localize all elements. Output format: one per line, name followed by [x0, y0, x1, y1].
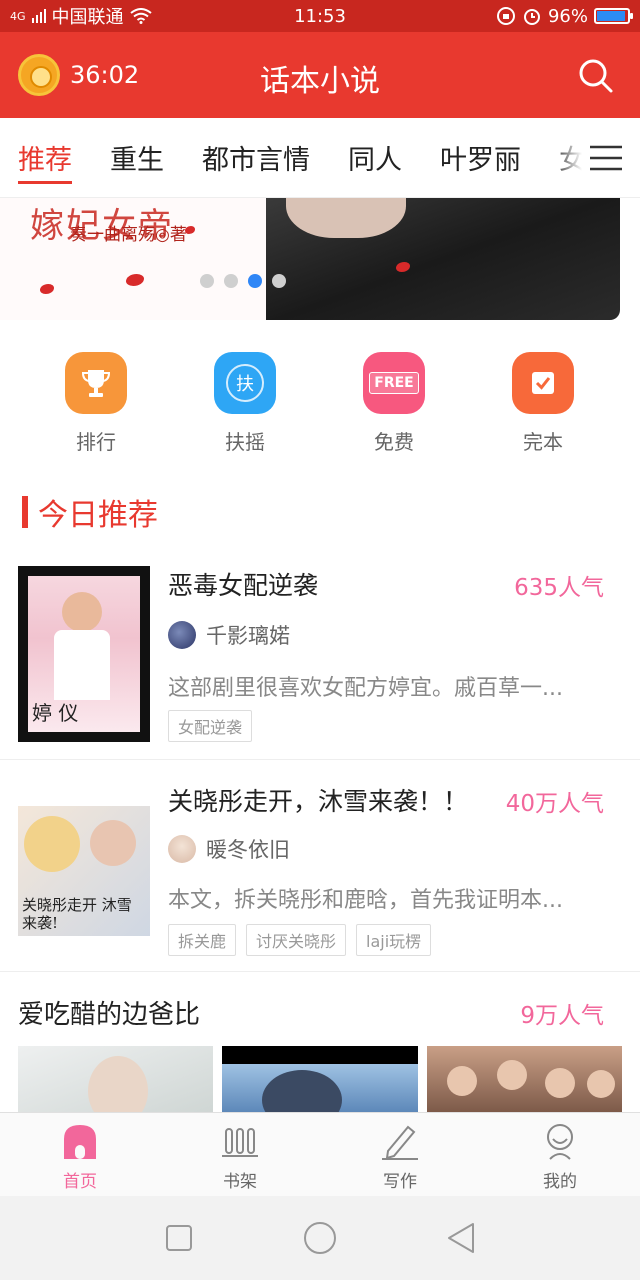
book-tag[interactable]: 讨厌关晓彤	[246, 924, 347, 956]
banner-right-artwork	[266, 198, 620, 320]
quick-action-label: 完本	[523, 430, 563, 454]
book-tags: 女配逆袭	[168, 710, 253, 742]
fuyao-icon: 扶	[214, 352, 276, 414]
app-title: 话本小说	[260, 64, 380, 99]
home-icon	[60, 1121, 100, 1161]
book-image	[18, 1046, 214, 1112]
home-circle-icon[interactable]	[303, 1221, 337, 1255]
pagination-dot[interactable]	[248, 274, 262, 288]
nav-item-1[interactable]: 书架	[160, 1113, 320, 1196]
bottom-navigation: 首页 书架 写作 我的	[0, 1112, 640, 1196]
author-name: 暖冬依旧	[206, 838, 290, 862]
wifi-icon	[129, 8, 152, 24]
pagination-dot[interactable]	[200, 274, 214, 288]
book-card[interactable]: 婷 仪 恶毒女配逆袭 635人气 千影璃婼 这部剧里很喜欢女配方婷宜。戚百草一.…	[0, 548, 640, 760]
trophy-icon	[65, 352, 127, 414]
book-title: 恶毒女配逆袭	[168, 571, 319, 600]
book-title: 关晓彤走开，沐雪来袭！！	[168, 787, 469, 816]
nav-item-2[interactable]: 写作	[320, 1113, 480, 1196]
quick-action-label: 排行	[76, 430, 116, 454]
section-title: 今日推荐	[38, 498, 158, 533]
quick-action-label: 免费	[374, 430, 414, 454]
tab-0[interactable]: 推荐	[18, 138, 72, 184]
nav-item-0[interactable]: 首页	[0, 1113, 160, 1196]
book-author[interactable]: 暖冬依旧	[168, 834, 290, 864]
book-popularity: 9万人气	[520, 1003, 604, 1029]
tab-2[interactable]: 都市言情	[202, 138, 310, 177]
nav-item-3[interactable]: 我的	[480, 1113, 640, 1196]
network-type: 4G	[10, 9, 26, 23]
book-tags: 拆关鹿 讨厌关晓彤 laji玩楞	[168, 924, 432, 956]
book-tag[interactable]: 拆关鹿	[168, 924, 237, 956]
rotation-lock-icon	[496, 7, 515, 25]
quick-action-label: 扶摇	[225, 430, 265, 454]
nav-label: 书架	[223, 1172, 257, 1192]
book-card[interactable]: 关晓彤走开 沐雪来袭! 关晓彤走开，沐雪来袭！！ 40万人气 暖冬依旧 本文，拆…	[0, 760, 640, 972]
book-description: 本文，拆关晓彤和鹿晗，首先我证明本...	[168, 888, 563, 913]
banner-author: 奏一曲离殇◎著	[70, 225, 187, 245]
recent-apps-icon[interactable]	[165, 1224, 193, 1252]
tab-4[interactable]: 叶罗丽	[440, 138, 521, 177]
quick-action-1[interactable]: 扶扶摇	[195, 352, 295, 455]
quick-action-3[interactable]: 完本	[493, 352, 593, 455]
section-header: 今日推荐	[22, 490, 158, 534]
book-title[interactable]: 爱吃醋的边爸比	[18, 994, 200, 1031]
book-image-strip[interactable]	[18, 1046, 622, 1112]
alarm-icon	[523, 9, 540, 25]
free-icon: FREE	[363, 352, 425, 414]
pagination-dot[interactable]	[224, 274, 238, 288]
book-author[interactable]: 千影璃婼	[168, 620, 290, 650]
author-avatar	[168, 835, 196, 863]
menu-icon	[590, 145, 622, 171]
book-cover: 关晓彤走开 沐雪来袭!	[18, 786, 150, 962]
search-icon[interactable]	[578, 58, 614, 94]
book-popularity: 635人气	[514, 575, 604, 601]
battery-percent: 96%	[547, 5, 588, 27]
complete-check-icon	[512, 352, 574, 414]
author-avatar	[168, 621, 196, 649]
pencil-icon	[380, 1121, 420, 1161]
petal-decoration	[40, 284, 54, 294]
tab-menu-button[interactable]	[552, 134, 630, 182]
system-navigation-bar	[0, 1196, 640, 1280]
profile-icon	[540, 1121, 580, 1161]
banner-left-artwork: 嫁妃女帝 奏一曲离殇◎著	[0, 198, 290, 320]
petal-decoration	[126, 274, 144, 286]
section-accent-bar	[22, 496, 28, 528]
signal-icon	[31, 9, 46, 23]
tab-1[interactable]: 重生	[110, 138, 164, 177]
book-popularity: 40万人气	[505, 791, 604, 817]
book-cover: 婷 仪	[18, 566, 150, 742]
bookshelf-icon	[220, 1121, 260, 1161]
back-icon[interactable]	[447, 1222, 475, 1254]
quick-action-glyph: 扶	[226, 364, 264, 402]
app-bar: 36:02 话本小说	[0, 32, 640, 118]
nav-label: 首页	[63, 1172, 97, 1192]
book-tag[interactable]: laji玩楞	[356, 924, 432, 956]
quick-action-glyph: FREE	[369, 372, 419, 394]
nav-label: 写作	[383, 1172, 417, 1192]
petal-decoration	[396, 262, 410, 272]
book-description: 这部剧里很喜欢女配方婷宜。戚百草一...	[168, 676, 563, 701]
nav-label: 我的	[543, 1172, 577, 1192]
battery-icon	[594, 8, 633, 24]
petal-decoration	[185, 226, 195, 234]
quick-action-2[interactable]: FREE 免费	[344, 352, 444, 455]
cover-text: 关晓彤走开 沐雪来袭!	[22, 896, 132, 932]
tab-3[interactable]: 同人	[348, 138, 402, 177]
author-name: 千影璃婼	[206, 624, 290, 648]
carrier-name: 中国联通	[51, 7, 124, 28]
banner-pagination	[200, 274, 286, 288]
featured-banner[interactable]: 嫁妃女帝 奏一曲离殇◎著	[0, 198, 620, 320]
quick-action-0[interactable]: 排行	[46, 352, 146, 455]
status-bar: 4G 中国联通 11:53 96%	[0, 0, 640, 32]
book-image	[222, 1046, 418, 1112]
book-image	[426, 1046, 622, 1112]
pagination-dot[interactable]	[272, 274, 286, 288]
category-tabs: 推荐重生都市言情同人叶罗丽女	[0, 118, 640, 198]
book-tag[interactable]: 女配逆袭	[168, 710, 253, 742]
quick-actions: 排行 扶扶摇 FREE 免费 完本	[0, 352, 640, 462]
